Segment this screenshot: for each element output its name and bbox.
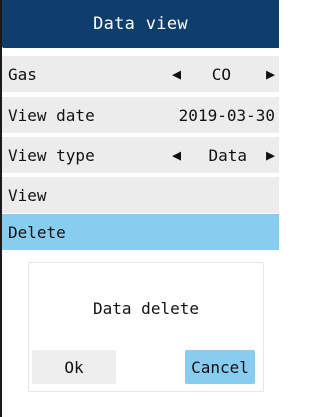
view-type-row[interactable]: View type ◀ Data ▶ [2,137,279,173]
gas-row[interactable]: Gas ◀ CO ▶ [2,56,279,92]
right-triangle-icon[interactable]: ▶ [266,66,275,82]
dialog-message: Data delete [93,299,199,318]
view-type-label: View type [8,145,95,165]
view-date-label: View date [8,105,95,125]
gas-value: CO [211,64,231,84]
cancel-button[interactable]: Cancel [185,350,255,384]
view-date-value[interactable]: 2019-03-30 [179,106,275,125]
ok-button[interactable]: Ok [32,350,116,384]
view-button-row[interactable]: View [2,177,279,213]
gas-label: Gas [8,64,37,84]
title-bar: Data view [2,0,279,48]
view-label: View [8,185,47,205]
left-triangle-icon[interactable]: ◀ [172,147,181,163]
left-triangle-icon[interactable]: ◀ [172,66,181,82]
view-type-value: Data [208,145,247,165]
data-view-screen: Data view Gas ◀ CO ▶ View date 2019-03-3… [0,0,279,417]
page-title: Data view [93,14,188,34]
delete-button-row[interactable]: Delete [2,214,279,250]
delete-label: Delete [8,222,66,242]
delete-confirm-dialog: Data delete Ok Cancel [28,262,264,392]
view-date-row[interactable]: View date 2019-03-30 [2,97,279,133]
right-triangle-icon[interactable]: ▶ [266,147,275,163]
